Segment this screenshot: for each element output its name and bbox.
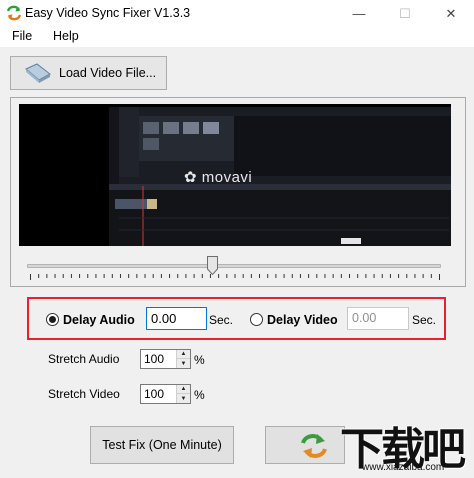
stretch-audio-down-arrow-icon[interactable]: ▼ [176, 359, 190, 368]
menu-help[interactable]: Help [53, 29, 79, 43]
stretch-video-stepper[interactable]: 100 ▲ ▼ [140, 384, 191, 404]
app-sync-icon [6, 5, 22, 21]
stretch-video-up-arrow-icon[interactable]: ▲ [176, 385, 190, 394]
menu-file[interactable]: File [12, 29, 32, 43]
preview-watermark: ✿ movavi [184, 169, 253, 186]
load-video-label: Load Video File... [59, 66, 157, 80]
stretch-audio-up-arrow-icon[interactable]: ▲ [176, 350, 190, 359]
delay-audio-input[interactable]: 0.00 [146, 307, 207, 330]
site-watermark-url: www.xiazaiba.com [362, 462, 445, 473]
stretch-video-down-arrow-icon[interactable]: ▼ [176, 394, 190, 403]
delay-audio-label[interactable]: Delay Audio [63, 313, 135, 327]
delay-audio-radio[interactable] [46, 313, 59, 326]
close-button[interactable]: ✕ [428, 0, 474, 27]
stretch-audio-stepper[interactable]: 100 ▲ ▼ [140, 349, 191, 369]
timeline-slider-thumb[interactable] [206, 256, 218, 275]
stretch-video-percent: % [194, 388, 205, 402]
delay-video-label[interactable]: Delay Video [267, 313, 338, 327]
stretch-audio-percent: % [194, 353, 205, 367]
menu-bar: File Help [0, 27, 474, 47]
sync-arrows-icon [301, 434, 327, 458]
minimize-button[interactable]: — [336, 0, 382, 27]
stretch-audio-label: Stretch Audio [48, 352, 120, 366]
test-fix-label: Test Fix (One Minute) [102, 438, 222, 452]
load-video-button[interactable]: Load Video File... [10, 56, 167, 90]
timeline-slider-track[interactable] [27, 264, 441, 268]
timeline-slider-ticks [30, 274, 440, 280]
window-title: Easy Video Sync Fixer V1.3.3 [25, 6, 191, 20]
title-bar: Easy Video Sync Fixer V1.3.3 — ☐ ✕ [0, 0, 474, 27]
stretch-audio-value[interactable]: 100 [144, 352, 164, 366]
stretch-video-label: Stretch Video [48, 387, 120, 401]
delay-video-input[interactable]: 0.00 [347, 307, 409, 330]
stretch-video-value[interactable]: 100 [144, 387, 164, 401]
delay-video-radio[interactable] [250, 313, 263, 326]
video-preview: ✿ movavi [19, 104, 451, 246]
test-fix-button[interactable]: Test Fix (One Minute) [90, 426, 234, 464]
site-watermark: 下载吧 www.xiazaiba.com [338, 413, 474, 478]
delay-audio-unit: Sec. [209, 313, 234, 327]
delay-video-unit: Sec. [412, 313, 437, 327]
video-file-icon [25, 63, 51, 83]
maximize-button[interactable]: ☐ [382, 0, 428, 27]
fix-sync-button[interactable] [265, 426, 345, 464]
